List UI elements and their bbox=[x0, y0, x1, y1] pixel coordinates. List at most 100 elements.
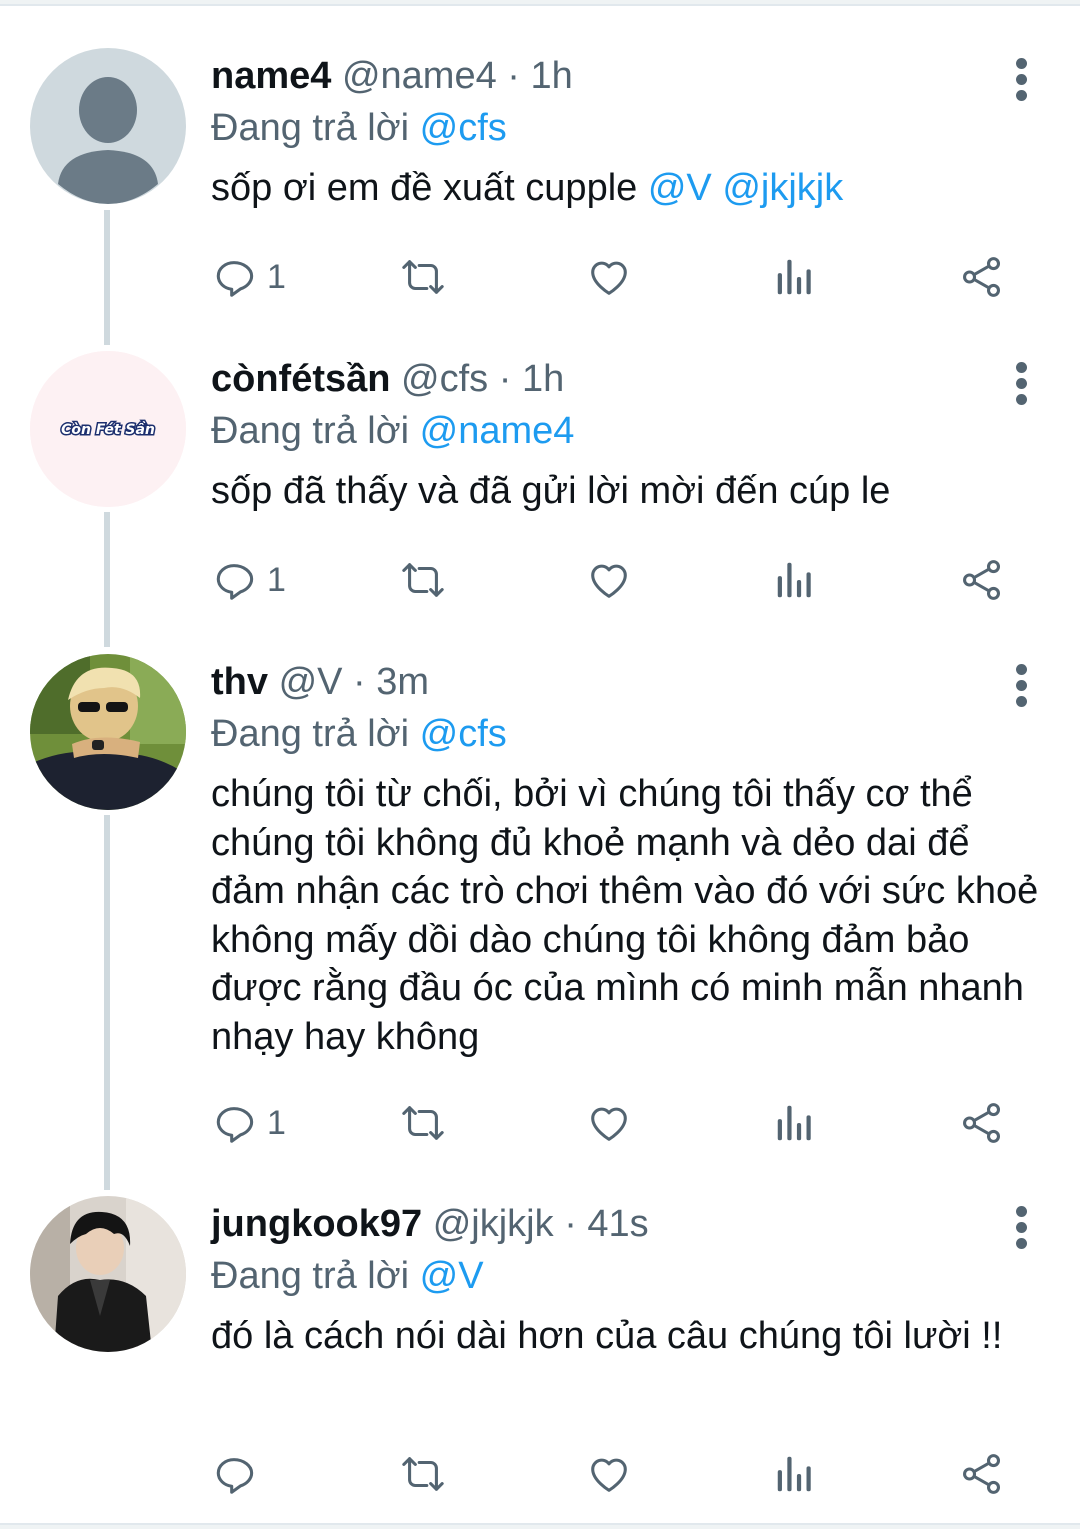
retweet-icon bbox=[397, 254, 449, 300]
reply-button[interactable]: 1 bbox=[211, 1093, 286, 1153]
mention-link[interactable]: @cfs bbox=[420, 107, 507, 149]
tweet-text: sốp đã thấy và đã gửi lời mời đến cúp le bbox=[211, 467, 1040, 516]
like-button[interactable] bbox=[585, 247, 633, 307]
reply-button[interactable]: 1 bbox=[211, 247, 286, 307]
views-button[interactable] bbox=[775, 550, 815, 610]
replying-to-label: Đang trả lời bbox=[211, 1255, 410, 1297]
share-icon bbox=[959, 1100, 1005, 1146]
share-icon bbox=[959, 557, 1005, 603]
mention-link[interactable]: @V bbox=[420, 1255, 484, 1297]
user-handle[interactable]: @cfs bbox=[401, 358, 488, 400]
more-options-icon[interactable] bbox=[1016, 362, 1030, 410]
mention-link[interactable]: @jkjkjk bbox=[722, 167, 843, 209]
retweet-button[interactable] bbox=[397, 550, 449, 610]
thread-connector bbox=[104, 512, 110, 647]
mention-link[interactable]: @name4 bbox=[420, 410, 575, 452]
display-name[interactable]: thv bbox=[211, 661, 268, 703]
share-button[interactable] bbox=[959, 247, 1005, 307]
reply-button[interactable]: 1 bbox=[211, 550, 286, 610]
bottom-divider bbox=[0, 1523, 1080, 1529]
display-name[interactable]: name4 bbox=[211, 55, 331, 97]
like-button[interactable] bbox=[585, 550, 633, 610]
like-button[interactable] bbox=[585, 1093, 633, 1153]
avatar[interactable] bbox=[30, 1196, 186, 1352]
share-icon bbox=[959, 1451, 1005, 1497]
replying-to-label: Đang trả lời bbox=[211, 107, 410, 149]
retweet-icon bbox=[397, 557, 449, 603]
avatar[interactable]: Còn Fét Sần bbox=[30, 351, 186, 507]
avatar[interactable] bbox=[30, 48, 186, 204]
thread-connector bbox=[104, 815, 110, 1190]
analytics-icon bbox=[775, 254, 815, 300]
heart-icon bbox=[585, 1451, 633, 1497]
share-button[interactable] bbox=[959, 550, 1005, 610]
action-bar: 1 bbox=[211, 550, 1011, 610]
retweet-button[interactable] bbox=[397, 1444, 449, 1504]
reply-button[interactable] bbox=[211, 1444, 267, 1504]
separator-dot: · bbox=[498, 358, 512, 400]
replying-to: Đang trả lời @cfs bbox=[211, 708, 1040, 760]
tweet-header: thv @V · 3m bbox=[211, 656, 1040, 708]
user-handle[interactable]: @V bbox=[279, 661, 343, 703]
heart-icon bbox=[585, 557, 633, 603]
tweet-text: sốp ơi em đề xuất cupple @V @jkjkjk bbox=[211, 164, 1040, 213]
tweet-body: chúng tôi từ chối, bởi vì chúng tôi thấy… bbox=[211, 773, 1039, 1058]
tweet-header: name4 @name4 · 1h bbox=[211, 50, 1040, 102]
user-handle[interactable]: @jkjkjk bbox=[433, 1203, 554, 1245]
mention-link[interactable]: @cfs bbox=[420, 713, 507, 755]
timestamp[interactable]: 3m bbox=[376, 661, 429, 703]
separator-dot: · bbox=[564, 1203, 577, 1245]
separator-dot: · bbox=[353, 661, 366, 703]
analytics-icon bbox=[775, 557, 815, 603]
avatar-logo-text: Còn Fét Sần bbox=[61, 421, 155, 438]
retweet-button[interactable] bbox=[397, 247, 449, 307]
share-button[interactable] bbox=[959, 1444, 1005, 1504]
tweet-text: đó là cách nói dài hơn của câu chúng tôi… bbox=[211, 1312, 1040, 1361]
top-divider bbox=[0, 0, 1080, 6]
timestamp[interactable]: 41s bbox=[587, 1203, 648, 1245]
display-name[interactable]: cònfétsần bbox=[211, 358, 390, 400]
mention-link[interactable]: @V bbox=[648, 167, 712, 209]
reply-icon bbox=[211, 1100, 257, 1146]
tweet-body: sốp đã thấy và đã gửi lời mời đến cúp le bbox=[211, 470, 891, 512]
display-name[interactable]: jungkook97 bbox=[211, 1203, 422, 1245]
reply-icon bbox=[211, 557, 257, 603]
thread-connector bbox=[104, 210, 110, 345]
views-button[interactable] bbox=[775, 247, 815, 307]
action-bar: 1 bbox=[211, 247, 1011, 307]
action-bar bbox=[211, 1444, 1011, 1504]
reply-icon bbox=[211, 254, 257, 300]
tweet-header: jungkook97 @jkjkjk · 41s bbox=[211, 1198, 1040, 1250]
analytics-icon bbox=[775, 1100, 815, 1146]
brand-logo-avatar: Còn Fét Sần bbox=[30, 351, 186, 507]
photo-avatar-blond-sunglasses bbox=[30, 654, 186, 810]
reply-count: 1 bbox=[267, 1103, 286, 1142]
more-options-icon[interactable] bbox=[1016, 664, 1030, 712]
heart-icon bbox=[585, 254, 633, 300]
action-bar: 1 bbox=[211, 1093, 1011, 1153]
avatar[interactable] bbox=[30, 654, 186, 810]
like-button[interactable] bbox=[585, 1444, 633, 1504]
analytics-icon bbox=[775, 1451, 815, 1497]
more-options-icon[interactable] bbox=[1016, 58, 1030, 106]
more-options-icon[interactable] bbox=[1016, 1206, 1030, 1254]
tweet-header: cònfétsần @cfs · 1h bbox=[211, 353, 1040, 405]
reply-count: 1 bbox=[267, 560, 286, 599]
reply-count: 1 bbox=[267, 257, 286, 296]
retweet-icon bbox=[397, 1451, 449, 1497]
replying-to: Đang trả lời @V bbox=[211, 1250, 1040, 1302]
views-button[interactable] bbox=[775, 1444, 815, 1504]
retweet-button[interactable] bbox=[397, 1093, 449, 1153]
timestamp[interactable]: 1h bbox=[531, 55, 573, 97]
heart-icon bbox=[585, 1100, 633, 1146]
replying-to-label: Đang trả lời bbox=[211, 410, 410, 452]
retweet-icon bbox=[397, 1100, 449, 1146]
views-button[interactable] bbox=[775, 1093, 815, 1153]
timestamp[interactable]: 1h bbox=[522, 358, 564, 400]
replying-to-label: Đang trả lời bbox=[211, 713, 410, 755]
tweet-body: đó là cách nói dài hơn của câu chúng tôi… bbox=[211, 1315, 1003, 1357]
replying-to: Đang trả lời @cfs bbox=[211, 102, 1040, 154]
user-handle[interactable]: @name4 bbox=[342, 55, 497, 97]
share-button[interactable] bbox=[959, 1093, 1005, 1153]
default-profile-avatar-icon bbox=[30, 48, 186, 204]
